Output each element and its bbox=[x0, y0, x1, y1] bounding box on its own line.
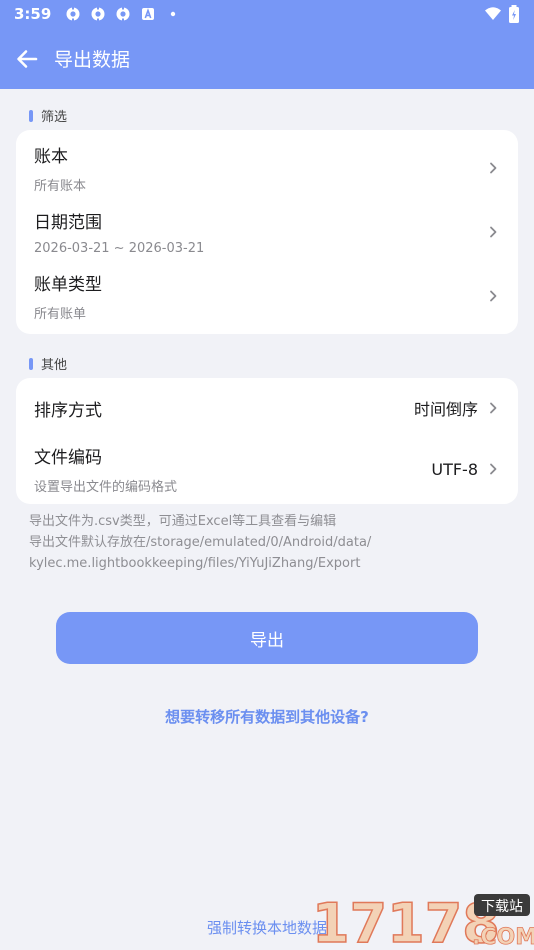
row-subtitle: 设置导出文件的编码格式 bbox=[34, 480, 178, 495]
chevron-right-icon bbox=[490, 226, 497, 238]
chevron-right-icon bbox=[490, 402, 497, 414]
section-marker bbox=[29, 109, 33, 122]
row-label: 排序方式 bbox=[34, 400, 102, 421]
row-label: 日期范围 bbox=[34, 213, 102, 233]
battery-icon bbox=[509, 5, 519, 23]
status-time: 3:59 bbox=[14, 5, 52, 23]
row-sort-order[interactable]: 排序方式 时间倒序 bbox=[16, 378, 518, 438]
row-ledger[interactable]: 账本 所有账本 bbox=[16, 136, 518, 200]
row-subtitle: 2026-03-21 ~ 2026-03-21 bbox=[34, 241, 205, 256]
page-title: 导出数据 bbox=[54, 49, 131, 71]
settings-gear-icon bbox=[66, 6, 80, 22]
row-subtitle: 所有账单 bbox=[34, 307, 87, 322]
row-label: 账单类型 bbox=[34, 275, 102, 295]
chevron-right-icon bbox=[490, 162, 497, 174]
export-button-label: 导出 bbox=[250, 630, 284, 651]
chevron-right-icon bbox=[490, 290, 497, 302]
arrow-left-icon[interactable] bbox=[14, 46, 40, 72]
section-label-text: 筛选 bbox=[41, 110, 68, 125]
dot-icon bbox=[171, 11, 176, 17]
wifi-icon bbox=[485, 7, 501, 20]
watermark-domain: .COM bbox=[472, 925, 534, 950]
section-label-text: 其他 bbox=[41, 358, 68, 373]
section-marker bbox=[29, 357, 33, 370]
app-bar: 导出数据 bbox=[0, 28, 534, 89]
export-notes: 导出文件为.csv类型，可通过Excel等工具查看与编辑 导出文件默认存放在/s… bbox=[29, 511, 509, 574]
note-line: 导出文件默认存放在/storage/emulated/0/Android/dat… bbox=[29, 535, 372, 550]
row-value: 时间倒序 bbox=[413, 400, 478, 419]
row-label: 账本 bbox=[34, 147, 68, 167]
filter-card: 账本 所有账本 日期范围 2026-03-21 ~ 2026-03-21 账单类… bbox=[16, 130, 518, 334]
other-card: 排序方式 时间倒序 文件编码 设置导出文件的编码格式 UTF-8 bbox=[16, 378, 518, 504]
settings-gear-icon bbox=[91, 6, 105, 22]
settings-gear-icon bbox=[116, 6, 130, 22]
row-subtitle: 所有账本 bbox=[34, 179, 87, 194]
row-value: UTF-8 bbox=[431, 459, 478, 479]
chevron-right-icon bbox=[490, 463, 497, 475]
section-label-other: 其他 bbox=[29, 354, 67, 373]
status-bar: 3:59 bbox=[0, 0, 534, 28]
section-label-filter: 筛选 bbox=[29, 106, 67, 125]
note-line: kylec.me.lightbookkeeping/files/YiYuJiZh… bbox=[29, 556, 361, 571]
export-button[interactable]: 导出 bbox=[56, 612, 478, 664]
note-line: 导出文件为.csv类型，可通过Excel等工具查看与编辑 bbox=[29, 514, 337, 529]
watermark-badge: 下载站 bbox=[481, 899, 523, 915]
site-watermark-logo: 17178 下载站 .COM bbox=[311, 891, 534, 950]
transfer-data-link[interactable]: 想要转移所有数据到其他设备? bbox=[0, 706, 534, 727]
row-label: 文件编码 bbox=[34, 448, 102, 468]
row-date-range[interactable]: 日期范围 2026-03-21 ~ 2026-03-21 bbox=[16, 200, 518, 264]
font-a-icon bbox=[142, 8, 155, 20]
row-bill-type[interactable]: 账单类型 所有账单 bbox=[16, 264, 518, 328]
row-file-encoding[interactable]: 文件编码 设置导出文件的编码格式 UTF-8 bbox=[16, 438, 518, 500]
